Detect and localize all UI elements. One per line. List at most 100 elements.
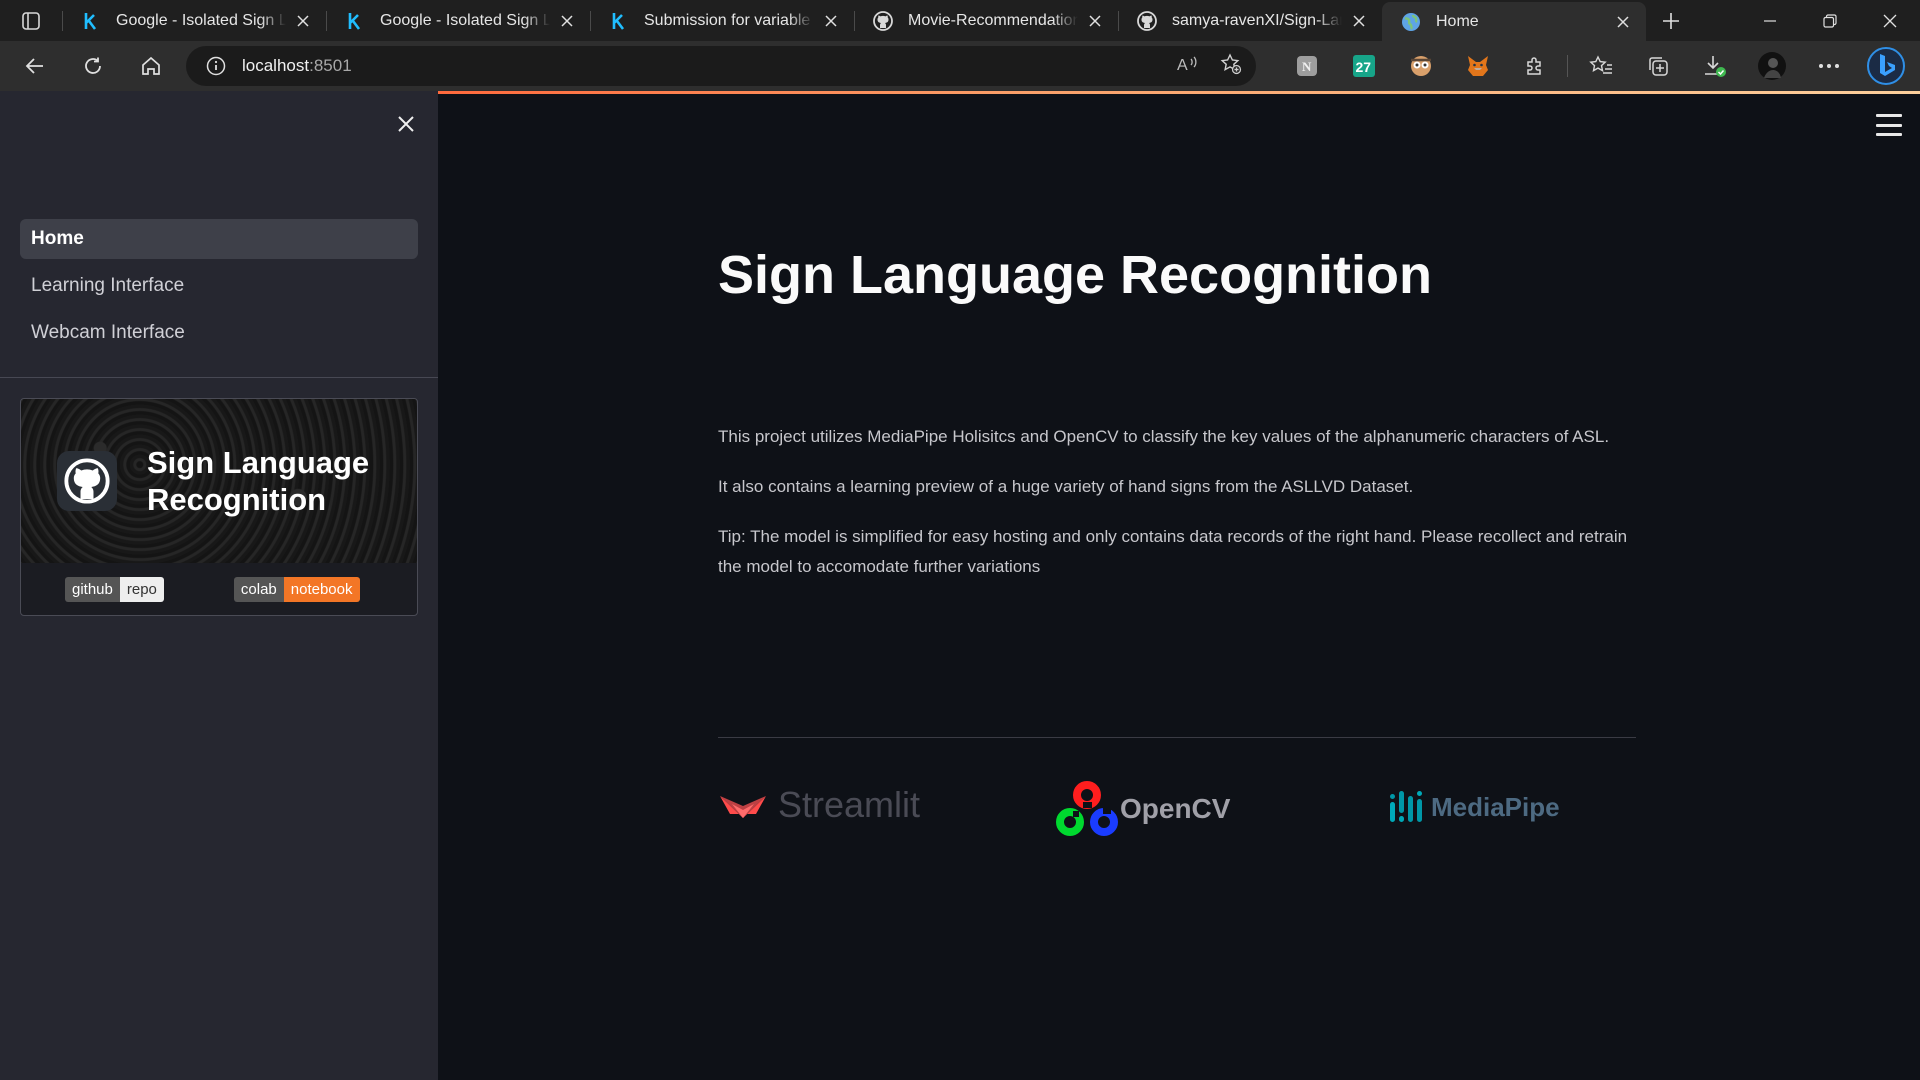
tab-title: samya-ravenXI/Sign-Language bbox=[1172, 11, 1342, 29]
extension-calendar-icon[interactable]: 27 bbox=[1335, 46, 1392, 86]
description-paragraph: This project utilizes MediaPipe Holisitc… bbox=[718, 427, 1610, 446]
sidebar-divider bbox=[0, 377, 438, 378]
sidebar-item-webcam-interface[interactable]: Webcam Interface bbox=[20, 313, 418, 353]
repo-card-title-line: Recognition bbox=[147, 482, 327, 517]
close-tab-icon[interactable] bbox=[1350, 12, 1368, 30]
downloads-icon[interactable] bbox=[1686, 46, 1743, 86]
home-button[interactable] bbox=[128, 46, 174, 86]
add-favorite-icon[interactable] bbox=[1220, 52, 1242, 80]
github-icon bbox=[872, 10, 894, 32]
github-repo-badge[interactable]: github repo bbox=[65, 576, 164, 602]
read-aloud-icon[interactable]: A bbox=[1176, 54, 1198, 79]
opencv-logo: OpenCV bbox=[1056, 780, 1230, 838]
globe-icon bbox=[1400, 11, 1422, 33]
new-tab-button[interactable] bbox=[1646, 0, 1696, 41]
sidebar-item-label: Webcam Interface bbox=[31, 322, 185, 343]
badge-label: colab bbox=[233, 576, 284, 602]
close-icon bbox=[1883, 14, 1897, 27]
page-title: Sign Language Recognition bbox=[718, 245, 1432, 305]
main-menu-button[interactable] bbox=[1876, 114, 1902, 136]
browser-tab[interactable]: Submission for variable length bbox=[590, 0, 854, 41]
tab-title: Submission for variable length bbox=[644, 11, 814, 29]
extension-notion-icon[interactable]: N bbox=[1278, 46, 1335, 86]
close-tab-icon[interactable] bbox=[1086, 12, 1104, 30]
address-bar[interactable]: localhost:8501 A bbox=[186, 46, 1256, 86]
close-icon bbox=[398, 116, 414, 132]
tab-actions-button[interactable] bbox=[0, 0, 62, 41]
repo-card[interactable]: Sign Language Recognition github repo co… bbox=[20, 398, 418, 616]
profile-avatar[interactable] bbox=[1743, 46, 1800, 86]
refresh-icon bbox=[85, 57, 101, 74]
repo-card-title: Sign Language Recognition bbox=[147, 444, 369, 518]
back-arrow-icon bbox=[25, 58, 43, 74]
browser-tab-bar: Google - Isolated Sign Language Google -… bbox=[0, 0, 1920, 41]
hamburger-icon bbox=[1876, 133, 1902, 136]
description-paragraph: It also contains a learning preview of a… bbox=[718, 477, 1414, 496]
badge-value: repo bbox=[119, 576, 164, 602]
badge-label: github bbox=[65, 576, 120, 602]
collections-icon[interactable] bbox=[1629, 46, 1686, 86]
logo-text: OpenCV bbox=[1120, 793, 1231, 824]
kaggle-icon bbox=[344, 10, 366, 32]
streamlit-logo: Streamlit bbox=[718, 784, 920, 826]
close-tab-icon[interactable] bbox=[1614, 13, 1632, 31]
kaggle-icon bbox=[608, 10, 630, 32]
repo-card-title-line: Sign Language bbox=[147, 445, 370, 480]
tip-paragraph: Tip: The model is simplified for easy ho… bbox=[718, 527, 1628, 576]
main-content: Sign Language Recognition This project u… bbox=[438, 94, 1920, 1080]
extension-metamask-icon[interactable] bbox=[1449, 46, 1506, 86]
section-divider bbox=[718, 737, 1636, 738]
sidebar-item-home[interactable]: Home bbox=[20, 219, 418, 259]
browser-toolbar: localhost:8501 A N 27 bbox=[0, 41, 1920, 91]
window-controls bbox=[1740, 0, 1920, 41]
logo-text: Streamlit bbox=[778, 784, 921, 825]
svg-text:N: N bbox=[1302, 59, 1312, 74]
badge-row: github repo colab notebook bbox=[21, 563, 417, 615]
toolbar-separator bbox=[1567, 55, 1568, 77]
streamlit-icon bbox=[720, 796, 766, 818]
close-sidebar-button[interactable] bbox=[393, 111, 419, 137]
close-window-button[interactable] bbox=[1860, 0, 1920, 41]
bing-copilot-icon[interactable] bbox=[1857, 46, 1914, 86]
minimize-button[interactable] bbox=[1740, 0, 1800, 41]
home-icon bbox=[142, 56, 160, 75]
colab-notebook-badge[interactable]: colab notebook bbox=[233, 576, 360, 602]
repo-card-banner[interactable]: Sign Language Recognition bbox=[21, 399, 417, 563]
browser-tab[interactable]: samya-ravenXI/Sign-Language bbox=[1118, 0, 1382, 41]
tab-actions-icon bbox=[22, 11, 40, 30]
tab-title: Google - Isolated Sign Language bbox=[380, 11, 550, 29]
svg-text:A: A bbox=[1177, 57, 1188, 74]
mediapipe-icon bbox=[1390, 791, 1422, 822]
minimize-icon bbox=[1764, 19, 1776, 22]
hamburger-icon bbox=[1876, 123, 1902, 127]
browser-tab[interactable]: Google - Isolated Sign Language bbox=[326, 0, 590, 41]
site-info-icon[interactable] bbox=[206, 56, 226, 76]
browser-tab-active[interactable]: Home bbox=[1382, 2, 1646, 41]
github-icon bbox=[57, 451, 117, 511]
browser-tab[interactable]: Movie-Recommendation-System bbox=[854, 0, 1118, 41]
kaggle-icon bbox=[80, 10, 102, 32]
mediapipe-logo: MediaPipe bbox=[1389, 790, 1560, 824]
sidebar-item-learning-interface[interactable]: Learning Interface bbox=[20, 266, 418, 306]
favorites-icon[interactable] bbox=[1572, 46, 1629, 86]
refresh-button[interactable] bbox=[70, 46, 116, 86]
extension-owl-icon[interactable] bbox=[1392, 46, 1449, 86]
browser-tab[interactable]: Google - Isolated Sign Language bbox=[62, 0, 326, 41]
sidebar: Home Learning Interface Webcam Interface… bbox=[0, 91, 438, 1080]
close-tab-icon[interactable] bbox=[294, 12, 312, 30]
url-host: localhost bbox=[242, 56, 310, 75]
sidebar-item-label: Home bbox=[31, 228, 84, 249]
tab-title: Movie-Recommendation-System bbox=[908, 11, 1078, 29]
close-tab-icon[interactable] bbox=[822, 12, 840, 30]
github-icon bbox=[1136, 10, 1158, 32]
close-tab-icon[interactable] bbox=[558, 12, 576, 30]
tab-title: Google - Isolated Sign Language bbox=[116, 11, 286, 29]
tab-title: Home bbox=[1436, 12, 1479, 30]
extensions-puzzle-icon[interactable] bbox=[1506, 46, 1563, 86]
more-options-icon[interactable] bbox=[1800, 46, 1857, 86]
back-button[interactable] bbox=[12, 46, 58, 86]
sidebar-item-label: Learning Interface bbox=[31, 275, 185, 296]
sidebar-nav: Home Learning Interface Webcam Interface bbox=[20, 219, 418, 360]
restore-button[interactable] bbox=[1800, 0, 1860, 41]
plus-icon bbox=[1663, 12, 1679, 29]
